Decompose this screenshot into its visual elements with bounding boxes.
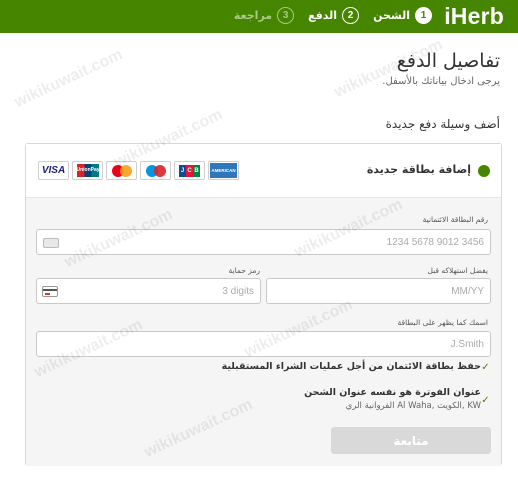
amex-icon: AMERICAN EXPRESS xyxy=(208,161,239,180)
mastercard-icon xyxy=(106,161,137,180)
radio-selected[interactable] xyxy=(478,165,490,177)
page-title: تفاصيل الدفع xyxy=(396,50,500,72)
section-title: أضف وسيلة دفع جديدة xyxy=(385,117,500,131)
unionpay-icon: UnionPay xyxy=(72,161,103,180)
cvv-icon xyxy=(42,286,58,297)
cvv-input[interactable]: 3 digits xyxy=(36,278,261,304)
iherb-logo[interactable]: iHerb xyxy=(444,3,504,30)
checkout-steps: 1 الشحن 2 الدفع 3 مراجعة xyxy=(234,7,432,24)
top-bar: iHerb 1 الشحن 2 الدفع 3 مراجعة xyxy=(0,0,518,33)
maestro-icon xyxy=(140,161,171,180)
cvv-placeholder: 3 digits xyxy=(222,286,254,297)
card-number-placeholder: 1234 5678 9012 3456 xyxy=(386,237,484,248)
step-payment[interactable]: 2 الدفع xyxy=(308,7,360,24)
name-label: اسمك كما يظهر على البطاقة xyxy=(397,318,488,327)
step-label: الشحن xyxy=(373,9,410,22)
step-number: 3 xyxy=(277,7,295,24)
billing-same-label: عنوان الفوترة هو نفسه عنوان الشحن xyxy=(304,387,481,398)
watermark: wikikuwait.com xyxy=(11,46,126,112)
step-review: 3 مراجعة xyxy=(233,7,295,24)
step-number: 2 xyxy=(342,7,360,24)
expiry-label: يفضل استهلاكه قبل xyxy=(427,266,488,275)
step-shipping[interactable]: 1 الشحن xyxy=(373,7,432,24)
payment-card-panel: إضافة بطاقة جديدة VISA UnionPay JCB AMER… xyxy=(25,143,502,466)
card-brands: VISA UnionPay JCB AMERICAN EXPRESS xyxy=(38,161,239,180)
save-card-label: حفظ بطاقة الائتمان من أجل عمليات الشراء … xyxy=(221,361,481,372)
continue-button[interactable]: متابعة xyxy=(331,427,491,454)
page-subtitle: يرجى ادخال بياناتك بالأسفل. xyxy=(382,76,500,87)
name-placeholder: J.Smith xyxy=(450,339,484,350)
credit-card-icon xyxy=(43,238,59,248)
step-label: مراجعة xyxy=(233,9,273,22)
step-number: 1 xyxy=(415,7,432,24)
payment-option-label: إضافة بطاقة جديدة xyxy=(366,163,471,176)
step-label: الدفع xyxy=(308,9,338,22)
card-number-input[interactable]: 1234 5678 9012 3456 xyxy=(36,229,491,255)
billing-address: KW ,الكويت ,Al Waha الفروانية الري xyxy=(345,401,481,411)
expiry-placeholder: MM/YY xyxy=(451,286,484,297)
jcb-icon: JCB xyxy=(174,161,205,180)
card-number-label: رقم البطاقة الائتمانية xyxy=(422,215,488,224)
billing-same-checkbox[interactable]: ✓ xyxy=(480,395,491,406)
expiry-input[interactable]: MM/YY xyxy=(266,278,491,304)
save-card-checkbox[interactable]: ✓ xyxy=(480,362,491,373)
payment-option-row[interactable]: إضافة بطاقة جديدة VISA UnionPay JCB AMER… xyxy=(26,144,501,198)
name-input[interactable]: J.Smith xyxy=(36,331,491,357)
visa-icon: VISA xyxy=(38,161,69,180)
cvv-label: رمز حماية xyxy=(228,266,260,275)
